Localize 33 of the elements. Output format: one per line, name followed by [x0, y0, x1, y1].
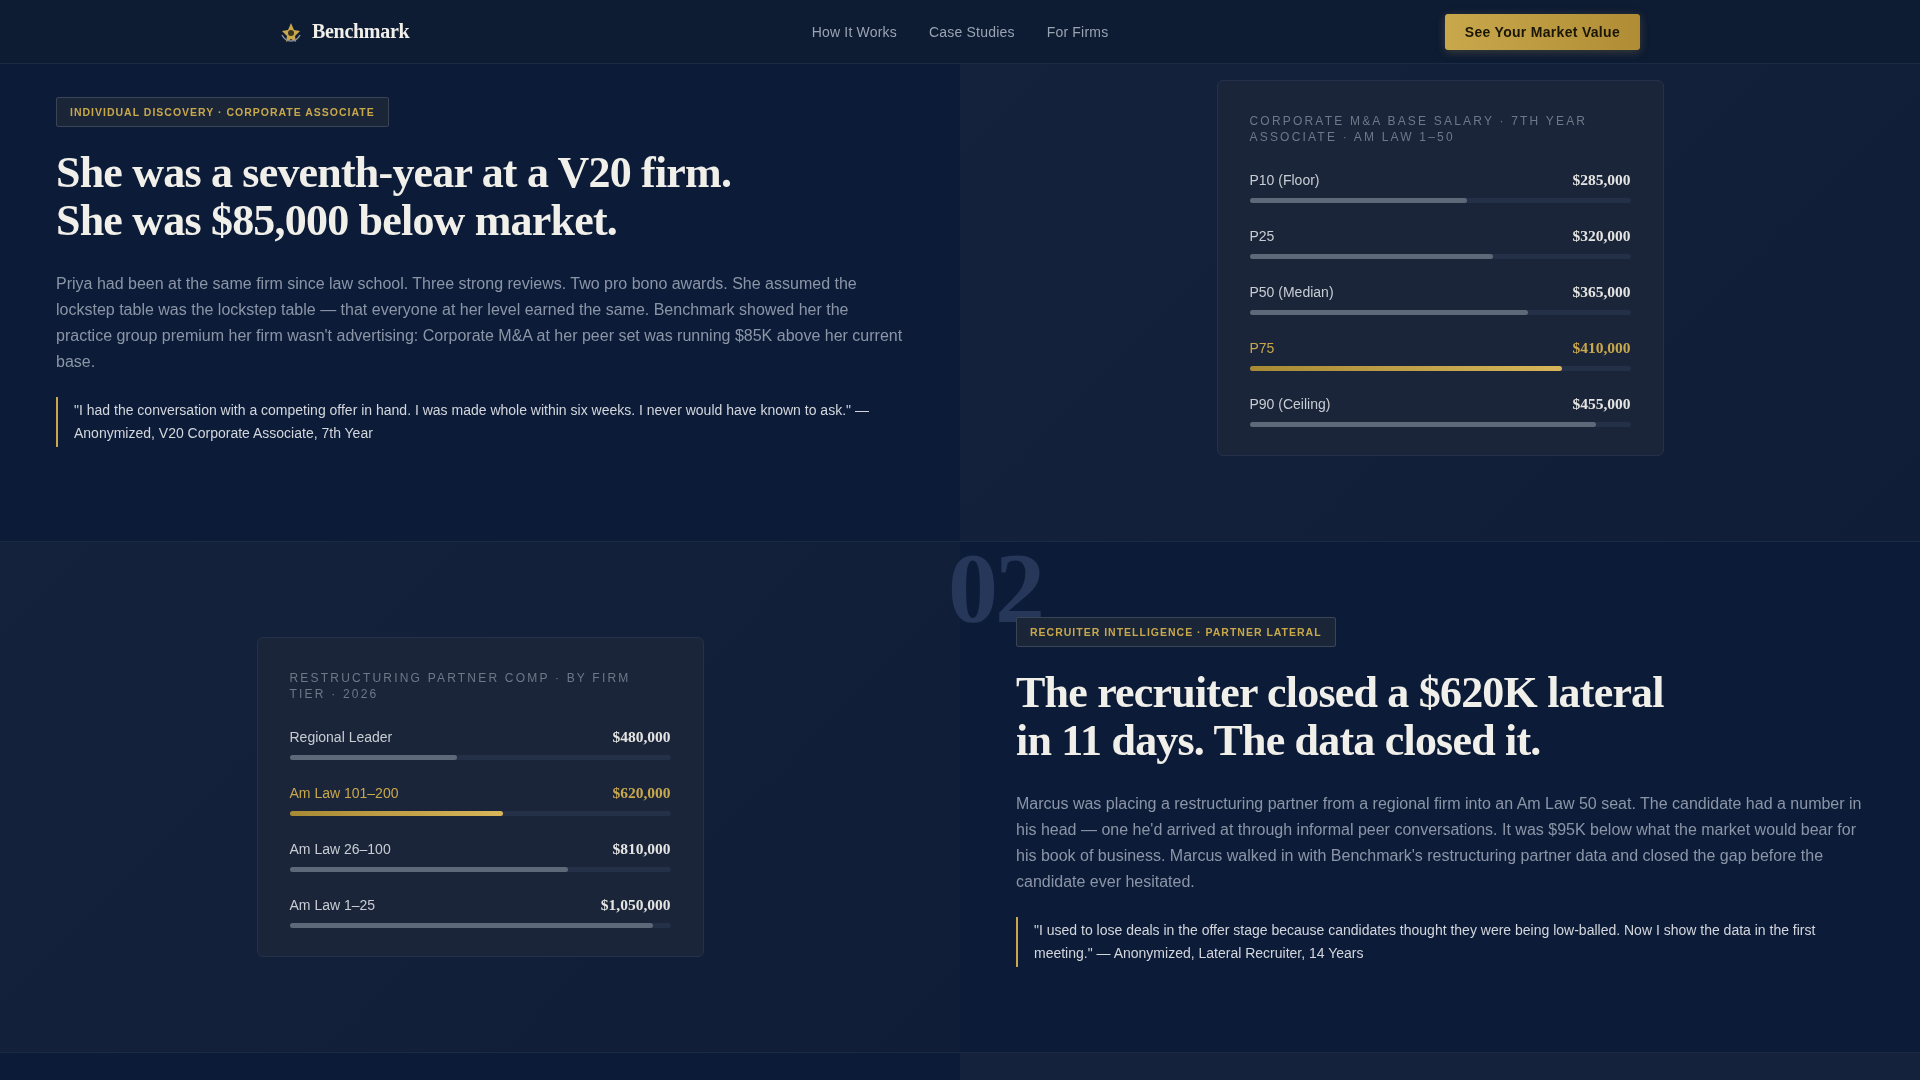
- percentile-label: Am Law 1–25: [289, 897, 376, 913]
- percentile-label: P50 (Median): [1249, 284, 1334, 300]
- testimonial-quote: "I had the conversation with a competing offer in hand. I was made whole within six weeks. I never would have known to ask." — Anonymized, V20 Corporate Associate, 7th Year: [56, 397, 904, 447]
- salary-value: $285,000: [1572, 171, 1631, 189]
- salary-value: $1,050,000: [600, 896, 671, 914]
- salary-value: $620,000: [612, 784, 671, 802]
- story-body: Priya had been at the same firm since law school. Three strong reviews. Two pro bono awards. She assumed the lockstep table was the lockstep table — that everyone at her level earned the same. Benchmark showed her the practice group premium her firm wasn't advertising: Corporate M&A at her peer set was running $85K above her current base.: [56, 274, 904, 372]
- salary-value: $365,000: [1572, 283, 1631, 301]
- percentile-label: Am Law 101–200: [289, 785, 399, 801]
- story-headline: The recruiter closed a $620K lateral in 11 days. The data closed it.: [1016, 669, 1665, 765]
- percentile-label: P75: [1249, 340, 1275, 356]
- testimonial-quote: "I used to lose deals in the offer stage because candidates thought they were being low-balled. Now I show the data in the first meeting." — Anonymized, Lateral Recruiter, 14 Years: [1016, 917, 1864, 967]
- story-body: Marcus was placing a restructuring partner from a regional firm into an Am Law 50 seat. The candidate had a number in his head — one he'd arrived at through informal peer conversations. It was $95K below what the market would bear for his book of business. Marcus walked in with Benchmark's restructuring partner data and closed the gap before the candidate ever hesitated.: [1016, 794, 1863, 892]
- nav-link[interactable]: For Firms: [1046, 23, 1109, 40]
- story-headline: She was a seventh-year at a V20 firm. She was $85,000 below market.: [56, 149, 733, 245]
- percentile-label: P90 (Ceiling): [1249, 396, 1331, 412]
- category-tag: INDIVIDUAL DISCOVERY · CORPORATE ASSOCIATE: [56, 97, 389, 127]
- percentile-label: P25: [1249, 228, 1275, 244]
- salary-value: $480,000: [612, 728, 671, 746]
- salary-value: $410,000: [1572, 339, 1631, 357]
- nav-link[interactable]: Case Studies: [929, 23, 1015, 40]
- market-value-button[interactable]: See Your Market Value: [1444, 13, 1640, 50]
- percentile-label: Regional Leader: [289, 729, 393, 745]
- salary-value: $455,000: [1572, 395, 1631, 413]
- category-tag: RECRUITER INTELLIGENCE · PARTNER LATERAL: [1016, 617, 1336, 647]
- nav-link[interactable]: How It Works: [811, 23, 897, 40]
- card-title: RESTRUCTURING PARTNER COMP · BY FIRM TIER · 2026: [289, 670, 632, 702]
- percentile-label: Am Law 26–100: [289, 841, 391, 857]
- salary-value: $810,000: [612, 840, 671, 858]
- percentile-label: P10 (Floor): [1249, 172, 1320, 188]
- brand-name[interactable]: Benchmark: [312, 20, 410, 43]
- salary-value: $320,000: [1572, 227, 1631, 245]
- card-title: CORPORATE M&A BASE SALARY · 7TH YEAR ASSOCIATE · AM LAW 1–50: [1249, 113, 1589, 145]
